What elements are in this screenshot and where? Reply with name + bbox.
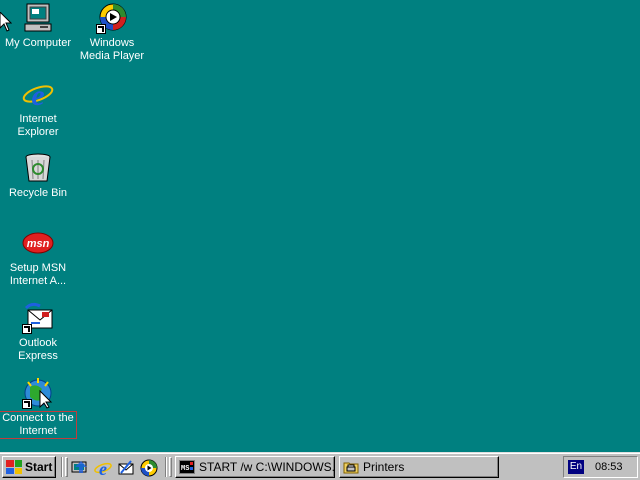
toolbar-grip[interactable] bbox=[169, 457, 172, 477]
taskbar-separator bbox=[61, 457, 63, 477]
start-label: Start bbox=[25, 460, 53, 474]
desktop: My Computer Windows Media Player e Inter… bbox=[0, 0, 640, 452]
desktop-icon-internet-explorer[interactable]: e Internet Explorer bbox=[0, 78, 76, 139]
task-label: START /w C:\WINDOWS... bbox=[199, 460, 335, 474]
shortcut-arrow-icon bbox=[96, 24, 106, 34]
desktop-icon-label: Setup MSN Internet A... bbox=[9, 262, 67, 287]
printers-folder-icon bbox=[343, 462, 359, 474]
desktop-icon-windows-media-player[interactable]: Windows Media Player bbox=[74, 2, 150, 63]
toolbar-grip[interactable] bbox=[65, 457, 68, 477]
outlook-express-icon bbox=[22, 302, 54, 334]
desktop-icon-label: Recycle Bin bbox=[8, 187, 68, 199]
internet-explorer-icon[interactable]: e bbox=[94, 459, 112, 477]
taskbar: Start e MS START /w C:\WINDOWS... Printe… bbox=[0, 452, 640, 480]
msn-icon: msn bbox=[22, 227, 54, 259]
svg-text:MS: MS bbox=[181, 465, 189, 473]
desktop-icon-label: Connect to the Internet bbox=[0, 411, 77, 439]
recycle-bin-icon bbox=[22, 152, 54, 184]
media-player-icon bbox=[96, 2, 128, 34]
desktop-icon-recycle-bin[interactable]: Recycle Bin bbox=[0, 152, 76, 200]
outlook-express-icon[interactable] bbox=[117, 459, 135, 477]
show-desktop-icon[interactable] bbox=[71, 459, 89, 477]
desktop-icon-label: Windows Media Player bbox=[79, 37, 145, 62]
shortcut-arrow-icon bbox=[22, 324, 32, 334]
desktop-icon-label: Internet Explorer bbox=[17, 113, 59, 138]
desktop-icon-outlook-express[interactable]: Outlook Express bbox=[0, 302, 76, 363]
connect-internet-icon bbox=[22, 377, 54, 409]
msdos-icon: MS bbox=[179, 460, 195, 474]
internet-explorer-icon: e bbox=[22, 78, 54, 112]
media-player-icon[interactable] bbox=[140, 459, 158, 477]
system-tray: En 08:53 bbox=[563, 456, 638, 478]
start-button[interactable]: Start bbox=[2, 456, 56, 478]
clock[interactable]: 08:53 bbox=[595, 461, 623, 473]
svg-text:msn: msn bbox=[27, 238, 50, 250]
desktop-icon-setup-msn[interactable]: msn Setup MSN Internet A... bbox=[0, 227, 76, 288]
desktop-icon-label: Outlook Express bbox=[18, 337, 58, 362]
desktop-icon-connect-to-internet[interactable]: Connect to the Internet bbox=[0, 377, 77, 439]
mouse-cursor-icon bbox=[0, 12, 12, 32]
taskbar-separator bbox=[165, 457, 167, 477]
language-indicator[interactable]: En bbox=[568, 460, 584, 474]
task-button-printers[interactable]: Printers bbox=[339, 456, 499, 478]
windows-logo-icon bbox=[6, 460, 22, 474]
shortcut-arrow-icon bbox=[22, 399, 32, 409]
my-computer-icon bbox=[22, 2, 54, 34]
svg-text:e: e bbox=[99, 459, 107, 477]
desktop-icon-label: My Computer bbox=[4, 37, 72, 49]
task-label: Printers bbox=[363, 460, 405, 474]
svg-text:e: e bbox=[31, 79, 44, 110]
task-button-msdos[interactable]: MS START /w C:\WINDOWS... bbox=[175, 456, 335, 478]
